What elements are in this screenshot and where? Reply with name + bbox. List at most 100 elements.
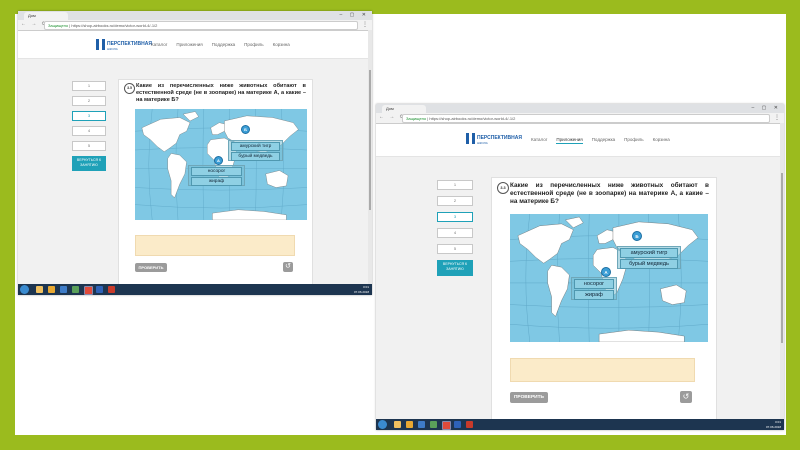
powerpoint-icon[interactable]: [466, 421, 473, 428]
nav-item-profile[interactable]: Профиль: [244, 42, 263, 47]
nav-item-apps[interactable]: Приложения: [176, 42, 202, 47]
answer-chip[interactable]: жираф: [191, 177, 242, 186]
drop-zone-b[interactable]: амурский тигр бурый медведь: [228, 140, 283, 161]
nav-item-support[interactable]: Поддержка: [592, 137, 615, 142]
address-toolbar: ← → ⟳ Защищено | https://shop-airbooks.r…: [376, 113, 784, 124]
answer-chip[interactable]: амурский тигр: [620, 248, 678, 258]
explorer-icon[interactable]: [36, 286, 43, 293]
start-button-icon[interactable]: [378, 420, 387, 429]
clock-time: 0:01: [775, 420, 781, 424]
nav-item-support[interactable]: Поддержка: [212, 42, 235, 47]
question-number-button[interactable]: 2: [437, 196, 473, 206]
continent-b-marker: Б: [241, 125, 250, 134]
url-text: https://shop-airbooks.ru/demo/victor-wor…: [429, 116, 516, 121]
windows-taskbar: 0:01 07.06.2018: [18, 284, 372, 295]
question-number-button[interactable]: 1: [72, 81, 106, 91]
window-controls[interactable]: – ▢ ✕: [340, 12, 369, 18]
nav-item-cart[interactable]: Корзина: [653, 137, 670, 142]
secure-label: Защищено: [48, 23, 69, 28]
question-number-button-current[interactable]: 3: [437, 212, 473, 222]
nav-item-catalog[interactable]: Каталог: [151, 42, 167, 47]
word-icon[interactable]: [454, 421, 461, 428]
question-sidebar: 1 2 3 4 5 ВЕРНУТЬСЯ К ЗАНЯТИЮ: [437, 180, 473, 276]
chrome-icon[interactable]: [84, 286, 93, 295]
address-bar[interactable]: Защищено | https://shop-airbooks.ru/demo…: [402, 114, 770, 123]
browser-screenshot-small: Дом – ▢ ✕ ← → ⟳ Защищено | https://shop-…: [18, 11, 372, 295]
folder-icon[interactable]: [48, 286, 55, 293]
powerpoint-icon[interactable]: [108, 286, 115, 293]
scrollbar[interactable]: [368, 30, 372, 284]
scrollbar[interactable]: [780, 123, 784, 419]
media-icon[interactable]: [430, 421, 437, 428]
back-to-lesson-button[interactable]: ВЕРНУТЬСЯ К ЗАНЯТИЮ: [437, 260, 473, 276]
answer-chip[interactable]: бурый медведь: [231, 152, 280, 161]
nav-item-catalog[interactable]: Каталог: [531, 137, 547, 142]
answer-chip[interactable]: жираф: [574, 290, 614, 300]
secure-label: Защищено: [406, 116, 427, 121]
clock-date: 07.06.2018: [353, 289, 369, 294]
word-icon[interactable]: [96, 286, 103, 293]
question-number-button[interactable]: 5: [72, 141, 106, 151]
back-to-lesson-button[interactable]: ВЕРНУТЬСЯ К ЗАНЯТИЮ: [72, 156, 106, 171]
answer-area: [510, 358, 695, 382]
chrome-icon[interactable]: [442, 421, 451, 430]
url-text: https://shop-airbooks.ru/demo/victor-wor…: [71, 23, 158, 28]
question-number-badge: 3.5: [124, 83, 135, 94]
clock-time: 0:01: [363, 285, 369, 289]
question-text: Какие из перечисленных ниже животных оби…: [510, 182, 709, 205]
drop-zone-b[interactable]: амурский тигр бурый медведь: [617, 246, 681, 269]
question-number-button[interactable]: 1: [437, 180, 473, 190]
question-number-badge: 3.3: [497, 182, 509, 194]
question-number-button[interactable]: 2: [72, 96, 106, 106]
browser-tab[interactable]: Дом: [382, 105, 426, 113]
address-bar[interactable]: Защищено | https://shop-airbooks.ru/demo…: [44, 21, 358, 30]
question-sidebar: 1 2 3 4 5 ВЕРНУТЬСЯ К ЗАНЯТИЮ: [72, 81, 106, 171]
menu-icon[interactable]: ⋮: [774, 114, 780, 121]
explorer-icon[interactable]: [394, 421, 401, 428]
answer-chip[interactable]: бурый медведь: [620, 259, 678, 269]
system-clock[interactable]: 0:01 07.06.2018: [354, 285, 369, 294]
drop-zone-a[interactable]: носорог жираф: [571, 277, 617, 300]
site-logo[interactable]: ПЕРСПЕКТИВНАЯ ШКОЛА: [96, 36, 152, 54]
question-number-button-current[interactable]: 3: [72, 111, 106, 121]
check-button[interactable]: ПРОВЕРИТЬ: [135, 263, 167, 272]
windows-taskbar: 0:01 07.06.2018: [376, 419, 784, 430]
ie-icon[interactable]: [418, 421, 425, 428]
logo-sub: ШКОЛА: [107, 47, 118, 51]
world-map: Б А амурский тигр бурый медведь носорог …: [135, 109, 307, 220]
folder-icon[interactable]: [406, 421, 413, 428]
nav-item-apps[interactable]: Приложения: [556, 137, 583, 144]
answer-area: [135, 235, 295, 256]
browser-tab-bar: Дом – ▢ ✕: [376, 104, 784, 113]
address-toolbar: ← → ⟳ Защищено | https://shop-airbooks.r…: [18, 20, 372, 31]
page-content: 1 2 3 4 5 ВЕРНУТЬСЯ К ЗАНЯТИЮ 3.5 Какие …: [18, 59, 372, 295]
site-header: ПЕРСПЕКТИВНАЯ ШКОЛА Каталог Приложения Под…: [376, 124, 784, 157]
browser-tab[interactable]: Дом: [24, 12, 68, 20]
reset-icon[interactable]: ↺: [283, 262, 293, 272]
reset-icon[interactable]: ↺: [680, 391, 692, 403]
question-number-button[interactable]: 4: [72, 126, 106, 136]
media-icon[interactable]: [72, 286, 79, 293]
question-card: 3.3 Какие из перечисленных ниже животных…: [491, 177, 717, 421]
browser-tab-title: Дом: [386, 106, 394, 111]
window-controls[interactable]: – ▢ ✕: [752, 105, 781, 111]
drop-zone-a[interactable]: носорог жираф: [188, 165, 245, 186]
start-button-icon[interactable]: [20, 285, 29, 294]
continent-b-marker: Б: [632, 231, 642, 241]
answer-chip[interactable]: носорог: [191, 167, 242, 176]
answer-chip[interactable]: амурский тигр: [231, 142, 280, 151]
question-number-button[interactable]: 4: [437, 228, 473, 238]
browser-tab-bar: Дом – ▢ ✕: [18, 11, 372, 20]
logo-mark-icon: [466, 131, 475, 146]
question-number-button[interactable]: 5: [437, 244, 473, 254]
nav-item-profile[interactable]: Профиль: [624, 137, 643, 142]
site-logo[interactable]: ПЕРСПЕКТИВНАЯ ШКОЛА: [466, 130, 522, 148]
menu-icon[interactable]: ⋮: [362, 21, 368, 28]
world-map: Б А амурский тигр бурый медведь носорог …: [510, 214, 708, 342]
check-button[interactable]: ПРОВЕРИТЬ: [510, 392, 548, 403]
answer-chip[interactable]: носорог: [574, 279, 614, 289]
ie-icon[interactable]: [60, 286, 67, 293]
nav-item-cart[interactable]: Корзина: [273, 42, 290, 47]
clock-date: 07.06.2018: [765, 424, 781, 429]
system-clock[interactable]: 0:01 07.06.2018: [766, 420, 781, 429]
